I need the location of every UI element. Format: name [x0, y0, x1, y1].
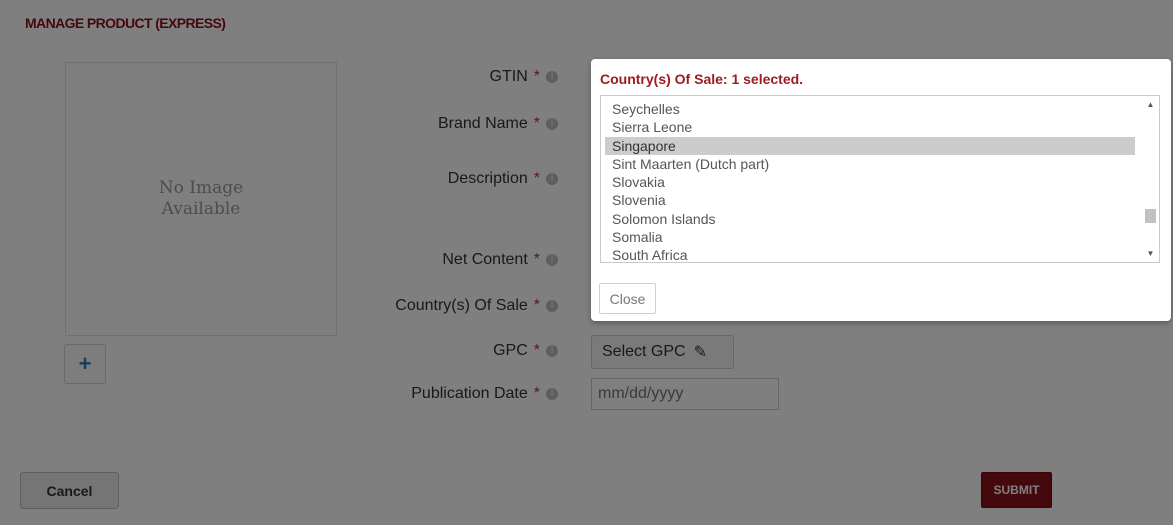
popup-title: Country(s) Of Sale: 1 selected.	[600, 71, 804, 87]
country-options: Seychelles Sierra Leone Singapore Sint Maar…	[601, 100, 1146, 262]
country-option[interactable]: South Africa	[605, 246, 1135, 262]
listbox-scrollbar[interactable]: ▲ ▼	[1142, 96, 1159, 262]
country-option[interactable]: Sint Maarten (Dutch part)	[605, 155, 1135, 173]
country-option[interactable]: Seychelles	[605, 100, 1135, 118]
close-button[interactable]: Close	[599, 283, 656, 314]
scroll-up-arrow-icon[interactable]: ▲	[1142, 96, 1159, 113]
country-of-sale-popup: Country(s) Of Sale: 1 selected. Seychell…	[591, 59, 1171, 321]
country-option[interactable]: Slovenia	[605, 191, 1135, 209]
country-listbox[interactable]: Seychelles Sierra Leone Singapore Sint Maar…	[600, 95, 1160, 263]
country-option[interactable]: Slovakia	[605, 173, 1135, 191]
country-option[interactable]: Singapore	[605, 136, 1135, 155]
country-option[interactable]: Somalia	[605, 228, 1135, 246]
scrollbar-thumb[interactable]	[1145, 209, 1156, 223]
country-option[interactable]: Sierra Leone	[605, 118, 1135, 136]
country-option[interactable]: Solomon Islands	[605, 210, 1135, 228]
scroll-down-arrow-icon[interactable]: ▼	[1142, 245, 1159, 262]
